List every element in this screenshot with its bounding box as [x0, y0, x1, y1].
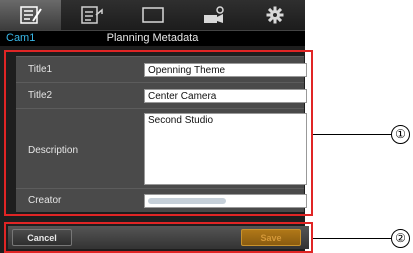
row-title1: Title1 Openning Theme [16, 56, 307, 82]
button-bar: Cancel Save [8, 226, 309, 249]
sub-header: Cam1 Planning Metadata [0, 31, 305, 46]
tab-view-remote[interactable] [122, 0, 183, 30]
creator-label: Creator [28, 195, 62, 206]
blurred-creator-text [148, 198, 226, 204]
tab-edit-metadata[interactable] [0, 0, 61, 30]
tab-bar [0, 0, 305, 31]
title1-field[interactable]: Openning Theme [144, 63, 307, 77]
row-title2: Title2 Center Camera [16, 82, 307, 108]
cancel-button[interactable]: Cancel [12, 229, 72, 246]
tab-settings[interactable] [244, 0, 305, 30]
callout-1: ① [391, 125, 410, 144]
callout-2: ② [391, 229, 410, 248]
row-creator: Creator [16, 188, 307, 212]
creator-field[interactable] [144, 194, 307, 208]
metadata-form: Title1 Openning Theme Title2 Center Came… [4, 50, 313, 216]
page-title: Planning Metadata [106, 32, 199, 44]
title2-field[interactable]: Center Camera [144, 89, 307, 103]
title1-label: Title1 [28, 64, 53, 75]
tab-camera-control[interactable] [183, 0, 244, 30]
description-field[interactable]: Second Studio [144, 113, 307, 185]
tab-clip-list[interactable] [61, 0, 122, 30]
callout-2-leader [313, 238, 391, 239]
camera-settings-icon [203, 6, 224, 23]
description-label: Description [28, 145, 79, 156]
title2-label: Title2 [28, 90, 53, 101]
gear-icon [266, 6, 283, 24]
edit-list-icon [19, 6, 42, 24]
row-description: Description Second Studio [16, 108, 307, 188]
callout-1-leader [313, 134, 391, 135]
save-button[interactable]: Save [241, 229, 301, 246]
list-share-icon [80, 6, 103, 24]
button-area: Cancel Save [4, 222, 313, 253]
monitor-icon [141, 7, 164, 23]
